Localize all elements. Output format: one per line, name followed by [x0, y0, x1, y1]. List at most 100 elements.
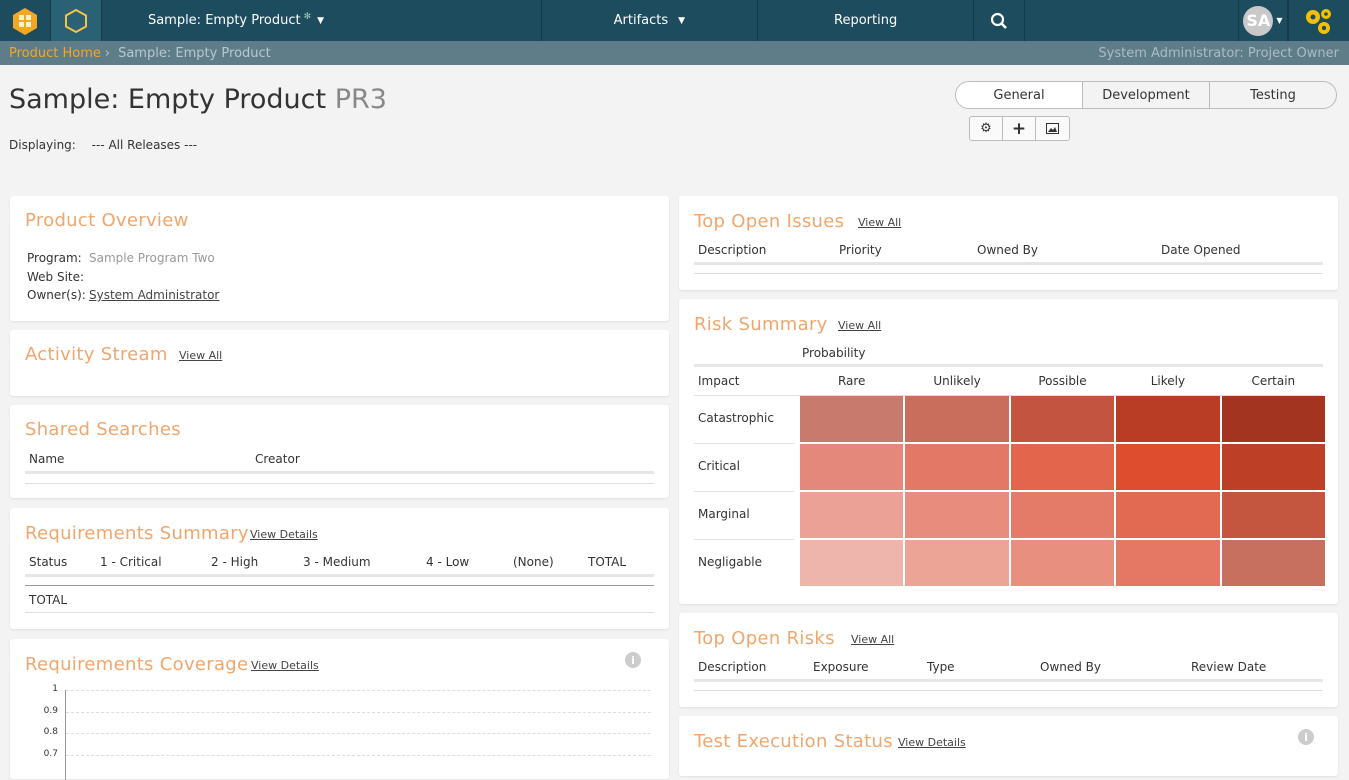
risk-cell[interactable] — [1116, 396, 1220, 442]
column-header[interactable]: Review Date — [1191, 660, 1266, 674]
column-header: 4 - Low — [426, 555, 470, 569]
risk-cell[interactable] — [800, 396, 904, 442]
user-role-text: System Administrator: Project Owner — [1098, 45, 1339, 61]
product-overview-panel: Product Overview Program: Sample Program… — [10, 196, 669, 321]
chevron-down-icon: ▼ — [317, 15, 325, 26]
y-tick: 0.9 — [43, 706, 58, 716]
column-header[interactable]: Creator — [255, 452, 300, 466]
artifacts-menu[interactable]: Artifacts ▼ — [542, 0, 758, 41]
column-header[interactable]: Description — [698, 243, 766, 257]
info-icon[interactable]: i — [1298, 729, 1314, 745]
column-header: 2 - High — [211, 555, 259, 569]
chevron-down-icon: ▼ — [1276, 16, 1283, 25]
gear-small-icon: ✻ — [303, 11, 312, 22]
chevron-down-icon: ▼ — [678, 15, 686, 26]
view-all-link[interactable]: View All — [179, 349, 222, 362]
logo[interactable] — [0, 0, 51, 41]
column-header[interactable]: Exposure — [813, 660, 869, 674]
view-all-link[interactable]: View All — [858, 216, 901, 229]
release-dropdown[interactable]: --- All Releases --- — [92, 138, 197, 152]
add-widget-button[interactable]: + — [1003, 117, 1036, 140]
release-filter: Displaying: --- All Releases --- — [9, 138, 197, 152]
column-header: TOTAL — [588, 555, 627, 569]
impact-row-label: Marginal — [698, 507, 750, 521]
avatar: SA — [1243, 5, 1274, 36]
gear-icon: ⚙ — [980, 121, 992, 136]
risk-cell[interactable] — [1221, 492, 1325, 538]
view-details-link[interactable]: View Details — [251, 659, 319, 672]
search-button[interactable] — [974, 0, 1025, 41]
divider — [694, 679, 1323, 682]
y-tick: 0.8 — [43, 727, 58, 737]
reporting-menu[interactable]: Reporting — [758, 0, 975, 41]
risk-cell[interactable] — [1010, 444, 1115, 490]
column-header: 1 - Critical — [100, 555, 162, 569]
shared-searches-panel: Shared Searches Name Creator — [10, 405, 669, 498]
breadcrumb-current: Sample: Empty Product — [118, 45, 271, 61]
risk-cell[interactable] — [1116, 540, 1220, 586]
risk-cell[interactable] — [800, 540, 904, 586]
risk-cell[interactable] — [905, 444, 1009, 490]
divider — [694, 539, 794, 540]
risk-cell[interactable] — [905, 540, 1009, 586]
admin-settings-button[interactable] — [1288, 0, 1349, 41]
user-menu[interactable]: SA ▼ — [1237, 0, 1289, 41]
panel-title: Product Overview — [25, 210, 189, 231]
view-all-link[interactable]: View All — [851, 633, 894, 646]
column-header[interactable]: Type — [927, 660, 955, 674]
product-hexagon-button[interactable] — [50, 0, 102, 41]
product-menu-label: Sample: Empty Product — [147, 13, 301, 28]
probability-header: Possible — [1038, 374, 1087, 388]
program-label: Program: — [27, 251, 82, 265]
divider — [694, 491, 794, 492]
risk-cell[interactable] — [1116, 444, 1220, 490]
tab-testing[interactable]: Testing — [1210, 82, 1336, 108]
probability-header: Unlikely — [933, 374, 981, 388]
risk-cell[interactable] — [1221, 444, 1325, 490]
image-button[interactable] — [1036, 117, 1069, 140]
risk-cell[interactable] — [905, 396, 1009, 442]
column-header[interactable]: Description — [698, 660, 766, 674]
impact-row-label: Catastrophic — [698, 411, 774, 425]
chevron-right-icon: › — [104, 45, 111, 61]
column-header[interactable]: Owned By — [977, 243, 1038, 257]
divider — [25, 585, 654, 586]
artifacts-label: Artifacts — [613, 13, 669, 28]
risk-cell[interactable] — [905, 492, 1009, 538]
risk-cell[interactable] — [1010, 540, 1115, 586]
divider — [25, 612, 654, 613]
risk-cell[interactable] — [800, 444, 904, 490]
column-header[interactable]: Priority — [839, 243, 882, 257]
risk-cell[interactable] — [1010, 396, 1115, 442]
impact-row-label: Critical — [698, 459, 740, 473]
divider — [25, 574, 654, 577]
risk-cell[interactable] — [1010, 492, 1115, 538]
view-details-link[interactable]: View Details — [250, 528, 318, 541]
gridline — [66, 755, 651, 756]
info-icon[interactable]: i — [625, 652, 641, 668]
risk-cell[interactable] — [1221, 540, 1325, 586]
tab-general[interactable]: General — [956, 82, 1083, 108]
owner-link[interactable]: System Administrator — [89, 288, 219, 302]
column-header[interactable]: Name — [29, 452, 64, 466]
cube-logo-icon — [12, 7, 37, 35]
dashboard-view-tabs: General Development Testing — [955, 81, 1337, 109]
risk-cell[interactable] — [800, 492, 904, 538]
column-header[interactable]: Date Opened — [1161, 243, 1241, 257]
column-header[interactable]: Owned By — [1040, 660, 1101, 674]
view-all-link[interactable]: View All — [838, 319, 881, 332]
view-details-link[interactable]: View Details — [898, 736, 966, 749]
product-menu[interactable]: Sample: Empty Product ✻ ▼ — [102, 0, 542, 41]
impact-label: Impact — [698, 374, 740, 388]
settings-button[interactable]: ⚙ — [970, 117, 1003, 140]
probability-header: Certain — [1251, 374, 1296, 388]
breadcrumb-home-link[interactable]: Product Home — [9, 46, 101, 61]
risk-heatmap: Catastrophic Critical Marginal Negligable — [694, 396, 1325, 588]
tab-development[interactable]: Development — [1083, 82, 1210, 108]
risk-cell[interactable] — [1221, 396, 1325, 442]
requirements-coverage-panel: Requirements Coverage View Details i 1 0… — [10, 639, 669, 780]
website-label: Web Site: — [27, 270, 85, 284]
top-open-issues-panel: Top Open Issues View All Description Pri… — [679, 196, 1338, 290]
panel-title: Requirements Summary — [25, 523, 249, 544]
risk-cell[interactable] — [1116, 492, 1220, 538]
